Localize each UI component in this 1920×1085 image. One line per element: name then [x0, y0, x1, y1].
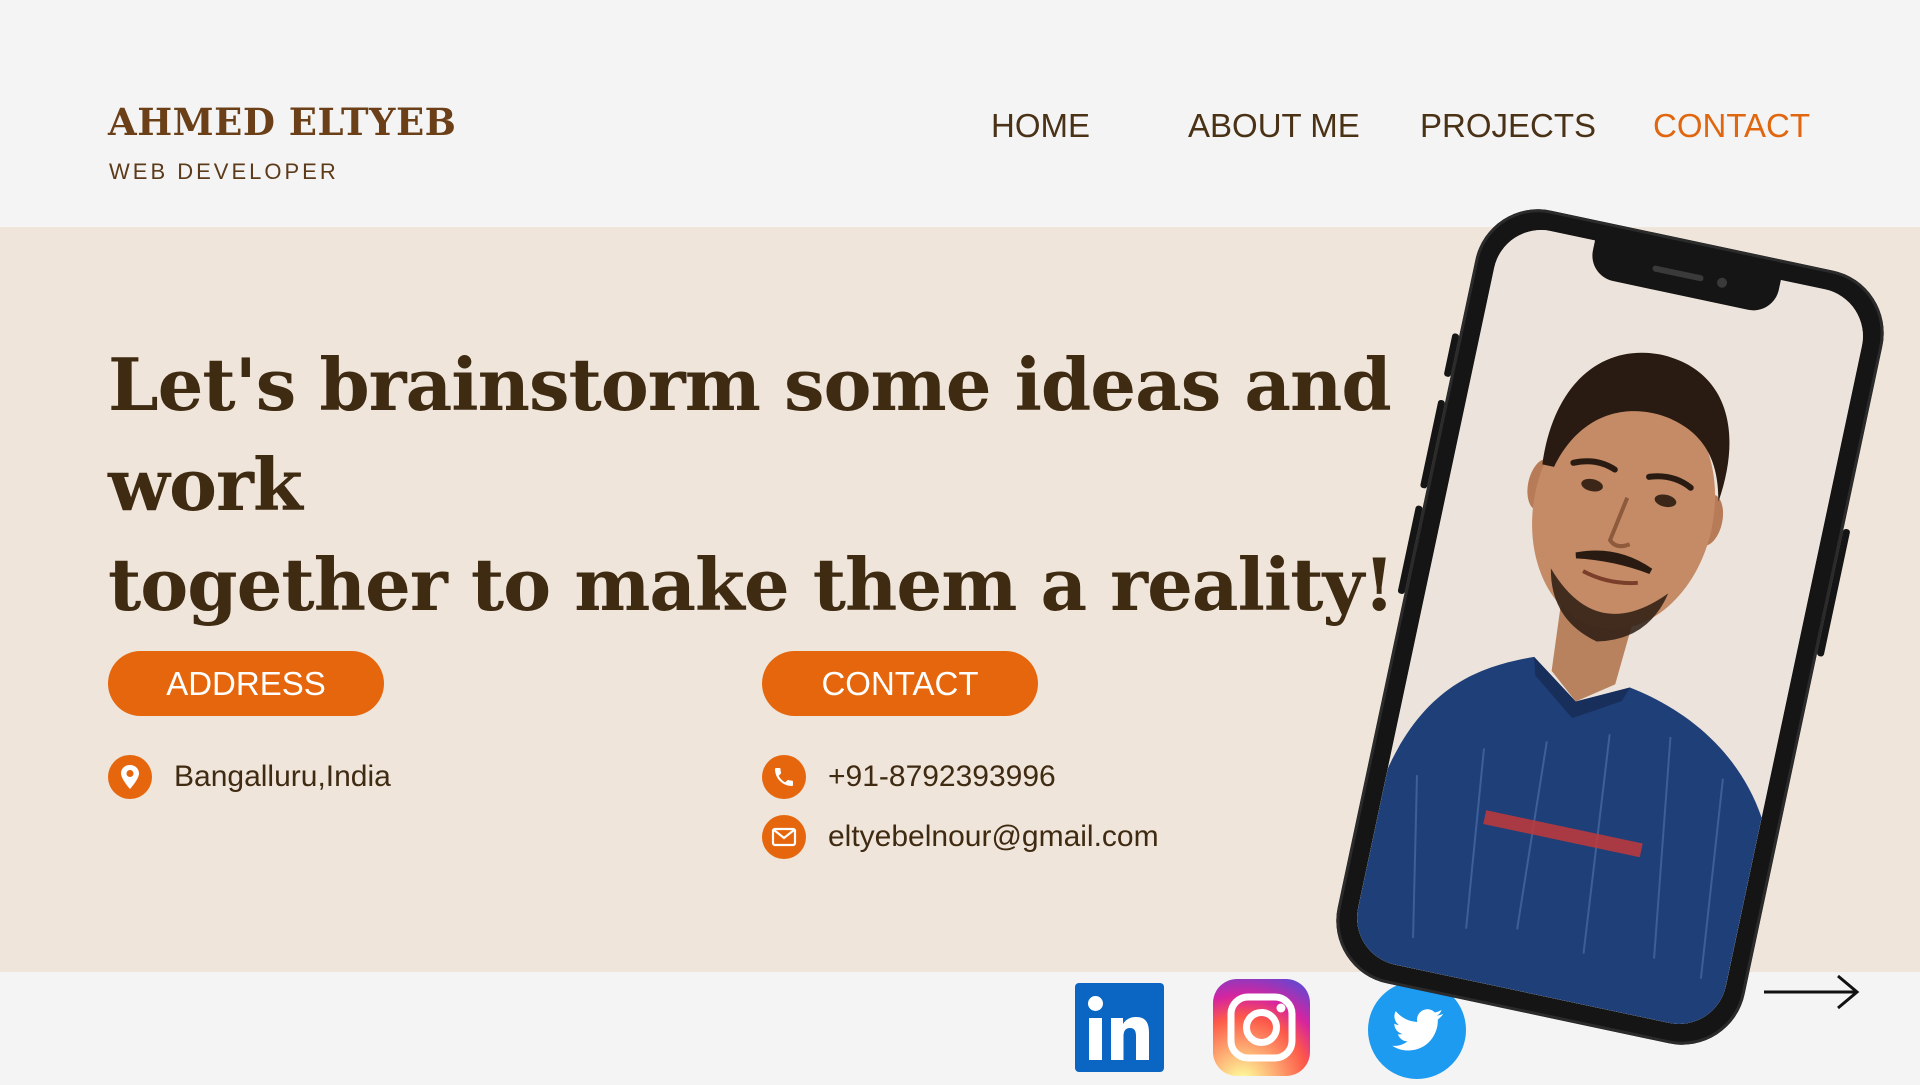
- nav-projects[interactable]: PROJECTS: [1420, 107, 1596, 145]
- nav-about-me[interactable]: ABOUT ME: [1188, 107, 1360, 145]
- hero-line-2: together to make them a reality!: [108, 542, 1395, 627]
- email-address[interactable]: eltyebelnour@gmail.com: [828, 820, 1159, 854]
- address-badge: ADDRESS: [108, 651, 384, 716]
- nav-contact[interactable]: CONTACT: [1653, 107, 1810, 145]
- hero-headline: Let's brainstorm some ideas and work tog…: [108, 335, 1488, 635]
- linkedin-icon[interactable]: [1075, 983, 1164, 1077]
- phone-number[interactable]: +91-8792393996: [828, 760, 1056, 794]
- instagram-icon[interactable]: [1213, 979, 1310, 1081]
- phone-row[interactable]: +91-8792393996: [762, 755, 1056, 799]
- brand-tagline: WEB DEVELOPER: [109, 159, 339, 184]
- site-header: AHMED ELTYEB WEB DEVELOPER HOME ABOUT ME…: [0, 0, 1920, 227]
- contact-badge: CONTACT: [762, 651, 1038, 716]
- hero-line-1: Let's brainstorm some ideas and work: [108, 342, 1392, 527]
- next-arrow-icon[interactable]: [1762, 972, 1862, 1017]
- address-row: Bangalluru,India: [108, 755, 391, 799]
- phone-icon: [762, 755, 806, 799]
- address-text: Bangalluru,India: [174, 760, 391, 793]
- email-row[interactable]: eltyebelnour@gmail.com: [762, 815, 1159, 859]
- envelope-icon: [762, 815, 806, 859]
- brand-name[interactable]: AHMED ELTYEB: [108, 100, 456, 144]
- location-pin-icon: [108, 755, 152, 799]
- nav-home[interactable]: HOME: [991, 107, 1090, 145]
